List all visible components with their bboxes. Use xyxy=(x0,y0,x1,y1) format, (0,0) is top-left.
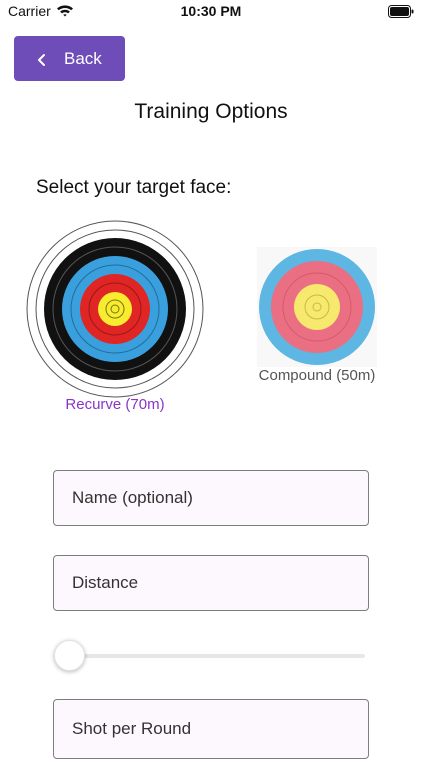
recurve-target-face-icon[interactable] xyxy=(25,219,205,399)
name-input[interactable]: Name (optional) xyxy=(53,470,369,526)
compound-label[interactable]: Compound (50m) xyxy=(247,367,387,384)
distance-placeholder: Distance xyxy=(72,573,139,592)
chevron-left-icon xyxy=(36,52,48,66)
battery-icon xyxy=(388,5,414,23)
page-title: Training Options xyxy=(134,100,288,123)
slider-thumb[interactable] xyxy=(54,640,85,671)
back-button-label: Back xyxy=(64,48,102,68)
shots-placeholder: Shot per Round xyxy=(72,719,192,738)
clock: 10:30 PM xyxy=(180,3,242,19)
compound-target-face-icon[interactable] xyxy=(257,247,377,367)
shots-per-round-input[interactable]: Shot per Round xyxy=(53,699,369,759)
recurve-label[interactable]: Recurve (70m) xyxy=(25,396,205,413)
slider-track[interactable] xyxy=(58,654,365,658)
back-button[interactable]: Back xyxy=(14,36,125,81)
target-face-prompt: Select your target face: xyxy=(36,177,232,198)
name-placeholder: Name (optional) xyxy=(72,488,193,507)
distance-input[interactable]: Distance xyxy=(53,555,369,611)
status-bar: Carrier 10:30 PM xyxy=(0,0,422,24)
